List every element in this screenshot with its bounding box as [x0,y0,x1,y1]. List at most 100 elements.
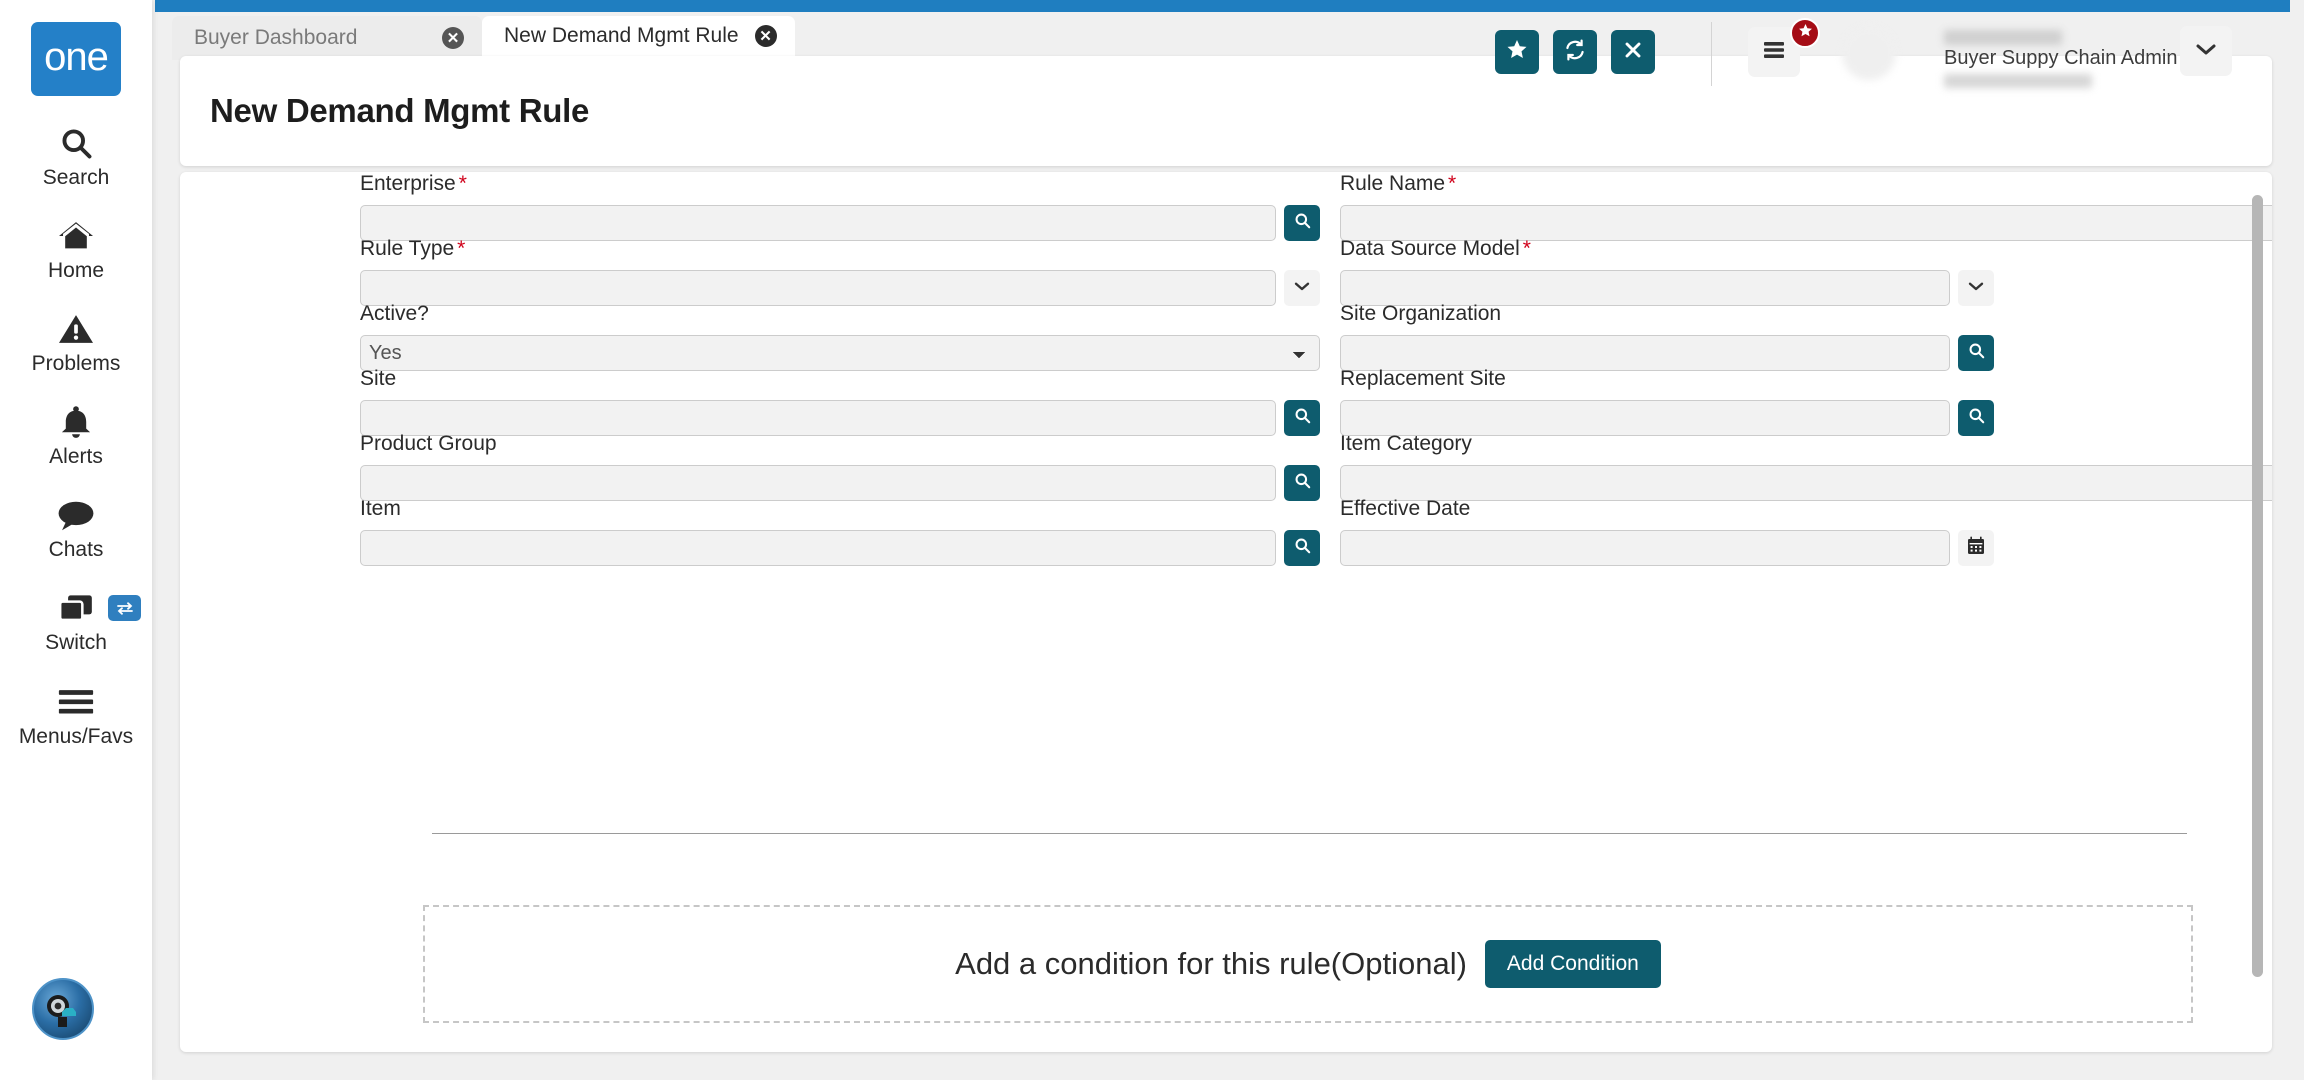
field-data-source-model: Data Source Model* [1340,237,2272,306]
required-marker: * [1448,172,1456,195]
field-label: Active? [360,302,1320,326]
field-label-text: Site Organization [1340,302,1501,325]
field-active: Active? YesNo [360,302,1320,371]
field-label-text: Enterprise [360,172,456,195]
item-lookup-button[interactable] [1284,530,1320,566]
item-input[interactable] [360,530,1276,566]
home-icon [57,217,95,255]
field-item: Item [360,497,1320,566]
field-label-text: Replacement Site [1340,367,1506,390]
required-marker: * [459,172,467,195]
sidebar-item-chats[interactable]: Chats [0,496,152,561]
rule-name-input[interactable] [1340,205,2272,241]
sidebar-item-menus-favs[interactable]: Menus/Favs [0,683,152,748]
site-input[interactable] [360,400,1276,436]
refresh-icon [1564,39,1586,66]
chevron-down-icon [2194,41,2218,62]
item-category-input[interactable] [1340,465,2272,501]
sidebar-item-search[interactable]: Search [0,124,152,189]
rule-type-input[interactable] [360,270,1276,306]
brand-logo[interactable]: one [31,22,121,96]
sidebar-item-switch[interactable]: Switch [0,589,152,654]
sidebar-item-home[interactable]: Home [0,217,152,282]
form-vertical-scrollbar[interactable] [2252,195,2263,977]
hamburger-icon [57,683,95,721]
search-icon [58,124,94,162]
star-icon [1798,23,1813,43]
site-organization-lookup-button[interactable] [1958,335,1994,371]
refresh-button[interactable] [1553,30,1597,74]
swap-arrows-icon[interactable] [108,595,141,621]
field-label-text: Rule Name [1340,172,1445,195]
field-label: Effective Date [1340,497,2272,521]
hamburger-icon [1761,40,1787,65]
add-condition-button[interactable]: Add Condition [1485,940,1661,988]
sidebar-item-label: Search [43,166,110,189]
field-rule-name: Rule Name* [1340,172,2272,241]
rule-type-dropdown-button[interactable] [1284,270,1320,306]
replacement-site-lookup-button[interactable] [1958,400,1994,436]
ai-robot-avatar-icon[interactable] [32,978,94,1040]
close-circle-icon[interactable]: ✕ [442,27,464,49]
header-divider [1711,22,1712,86]
field-label: Rule Name* [1340,172,2272,196]
close-button[interactable] [1611,30,1655,74]
field-effective-date: Effective Date [1340,497,2272,566]
brand-logo-text: one [44,37,108,77]
field-label-text: Item [360,497,401,520]
field-site-organization: Site Organization [1340,302,2272,371]
user-identity-block: Buyer Suppy Chain Admin [1910,30,2200,80]
search-icon [1293,471,1312,495]
data-source-model-dropdown-button[interactable] [1958,270,1994,306]
tab-new-demand-mgmt-rule[interactable]: New Demand Mgmt Rule ✕ [482,16,795,60]
site-lookup-button[interactable] [1284,400,1320,436]
sidebar-item-label: Home [48,259,104,282]
replacement-site-input[interactable] [1340,400,1950,436]
field-rule-type: Rule Type* [360,237,1320,306]
windows-switch-icon [57,589,95,627]
user-menu-button[interactable] [2180,26,2232,76]
field-label: Replacement Site [1340,367,2272,391]
tab-buyer-dashboard[interactable]: Buyer Dashboard ✕ [172,16,482,60]
product-group-lookup-button[interactable] [1284,465,1320,501]
field-enterprise: Enterprise* [360,172,1320,241]
field-label-text: Active? [360,302,429,325]
search-icon [1293,536,1312,560]
sidebar-item-label: Switch [45,631,107,654]
field-label: Product Group [360,432,1320,456]
field-label: Enterprise* [360,172,1320,196]
enterprise-input[interactable] [360,205,1276,241]
page-title: New Demand Mgmt Rule [210,92,589,130]
tab-label: New Demand Mgmt Rule [504,24,739,48]
left-navigation-rail: one Search Home Problems [0,0,152,1080]
user-role-label: Buyer Suppy Chain Admin [1944,47,2177,70]
form-panel: Enterprise* Rule Type* [180,172,2272,1052]
effective-date-input[interactable] [1340,530,1950,566]
sidebar-item-label: Problems [32,352,121,375]
close-circle-icon[interactable]: ✕ [755,25,777,47]
user-organization-redacted [1944,74,2092,88]
favorites-count-badge[interactable] [1790,18,1820,48]
warning-triangle-icon [57,310,95,348]
field-label: Site Organization [1340,302,2272,326]
sidebar-item-alerts[interactable]: Alerts [0,403,152,468]
sidebar-item-problems[interactable]: Problems [0,310,152,375]
product-group-input[interactable] [360,465,1276,501]
required-marker: * [457,237,465,260]
field-label-text: Site [360,367,396,390]
data-source-model-input[interactable] [1340,270,1950,306]
star-icon [1506,39,1528,65]
enterprise-lookup-button[interactable] [1284,205,1320,241]
top-accent-bar [155,0,2290,12]
user-name-redacted [1944,30,2062,45]
field-label-text: Product Group [360,432,497,455]
sidebar-item-label: Chats [49,538,104,561]
active-select[interactable]: YesNo [360,335,1320,371]
favorite-button[interactable] [1495,30,1539,74]
field-replacement-site: Replacement Site [1340,367,2272,436]
sidebar-item-label: Alerts [49,445,103,468]
effective-date-calendar-button[interactable] [1958,530,1994,566]
avatar[interactable] [1842,26,1896,80]
site-organization-input[interactable] [1340,335,1950,371]
section-divider [432,833,2187,834]
